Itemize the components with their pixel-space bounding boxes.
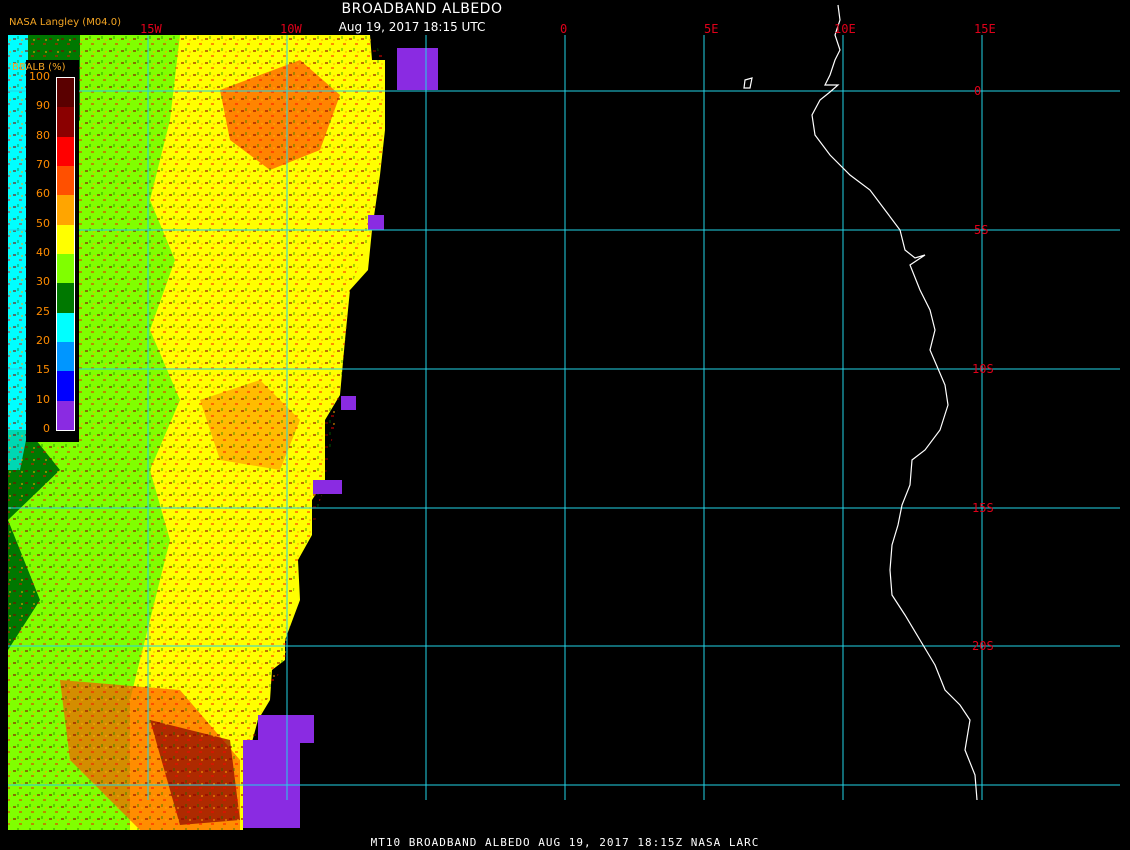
legend-swatch	[57, 107, 74, 137]
legend-tick-label: 15	[36, 363, 50, 377]
footer-caption: MT10 BROADBAND ALBEDO AUG 19, 2017 18:15…	[370, 836, 760, 849]
legend-swatch	[57, 136, 74, 166]
legend-swatch	[57, 78, 74, 108]
albedo-map: 15W 10W 0 5E 10E 15E 0 5S 10S 15S 20S	[8, 4, 1120, 830]
lat-label: 0	[974, 84, 981, 98]
legend-tick-label: 60	[36, 187, 50, 201]
legend-tick-label: 0	[43, 422, 50, 435]
lon-label: 15E	[974, 22, 996, 36]
legend-swatch	[57, 166, 74, 196]
legend-tick-label: 40	[36, 246, 50, 259]
legend-tick-label: 70	[36, 158, 50, 171]
legend-tick-label: 25	[36, 304, 50, 318]
legend-swatch	[57, 224, 74, 254]
legend-swatch	[57, 342, 74, 372]
legend-tick-label: 30	[36, 275, 50, 289]
map-title: BROADBAND ALBEDO	[341, 1, 503, 17]
legend-tick-label: 10	[36, 392, 50, 406]
lat-label: 20S	[972, 639, 994, 653]
africa-coastline	[743, 4, 978, 801]
legend-swatch	[57, 371, 74, 401]
legend-tick-label: 20	[36, 334, 50, 347]
map-timestamp: Aug 19, 2017 18:15 UTC	[338, 20, 486, 34]
legend-tick-label: 50	[36, 216, 50, 230]
lat-label: 15S	[972, 501, 994, 515]
legend-colorbar	[56, 77, 75, 431]
producer-label: NASA Langley (M04.0)	[9, 17, 121, 28]
legend-swatch	[57, 312, 74, 342]
legend-swatch	[57, 254, 74, 284]
lat-label: 10S	[972, 362, 994, 376]
legend-tick-label: 100	[29, 70, 50, 83]
legend-tick-label: 80	[36, 128, 50, 142]
color-legend: BBALB (%) 100 90 80 70 60 50 40 30 25 20 15 10 0	[12, 60, 79, 442]
legend-swatch	[57, 195, 74, 225]
legend-swatch	[57, 400, 74, 430]
lat-label: 5S	[974, 223, 988, 237]
legend-swatch	[57, 283, 74, 313]
legend-tick-label: 90	[36, 99, 50, 113]
